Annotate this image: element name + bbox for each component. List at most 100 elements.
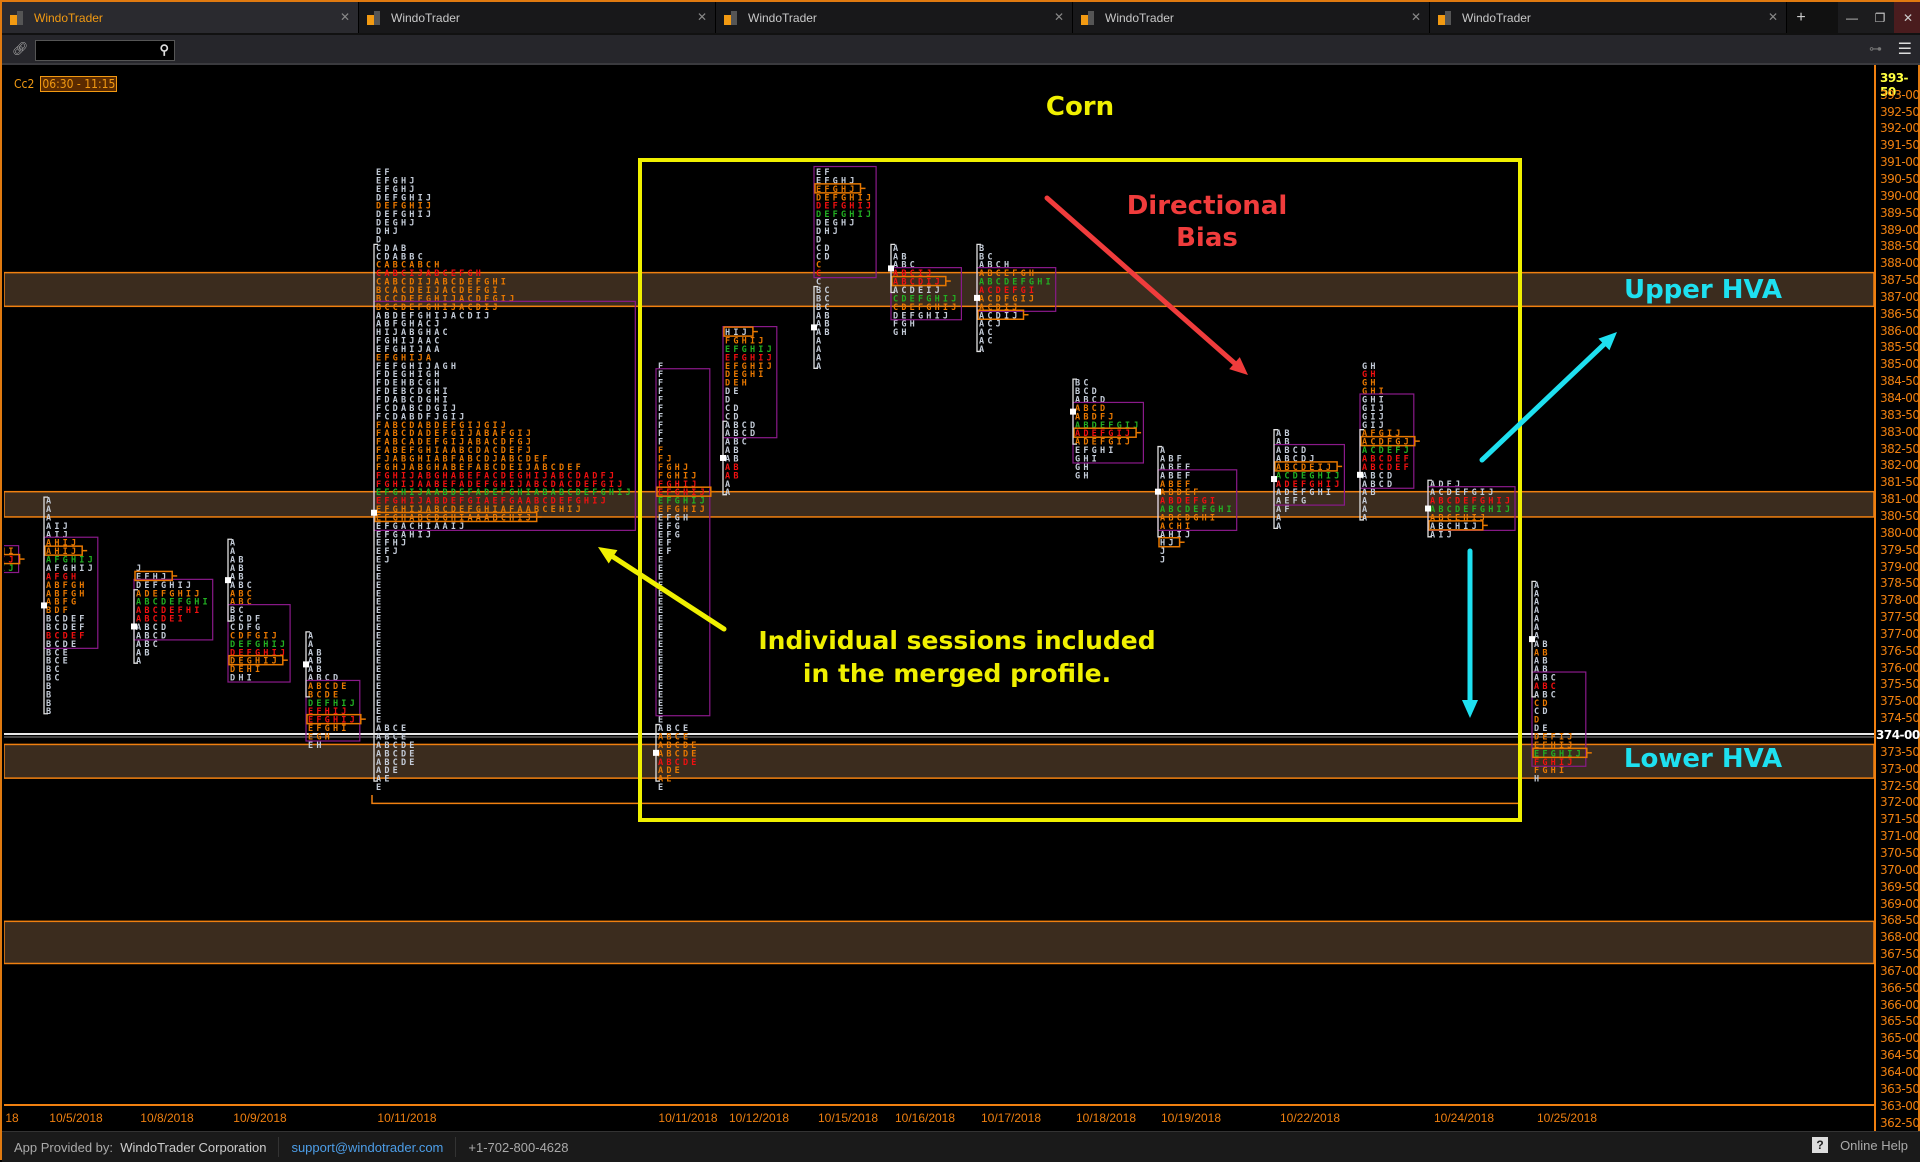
date-tick-label: 10/8/2018 <box>140 1111 194 1125</box>
price-tick-label: 372-00 <box>1880 795 1920 810</box>
tpo-profile: ADFJACDEFGIJABCDEFGHIJABCDEFGHIJABCEHIJA… <box>1425 479 1516 540</box>
price-tick-label: 363-50 <box>1880 1081 1920 1096</box>
tpo-row: GH <box>1075 471 1092 481</box>
price-tick-label: 366-50 <box>1880 980 1920 995</box>
chart-title: Corn <box>1045 92 1115 122</box>
online-help-button[interactable]: ? Online Help <box>1812 1137 1908 1153</box>
price-tick-label: 382-00 <box>1880 458 1920 473</box>
status-footer: App Provided by: WindoTrader Corporation… <box>2 1131 1920 1162</box>
help-icon: ? <box>1812 1137 1829 1153</box>
tpo-row: A <box>136 657 144 667</box>
provided-by-label: App Provided by: <box>14 1139 114 1155</box>
tpo-row: H <box>1534 775 1542 785</box>
open-price-marker <box>1155 488 1161 495</box>
price-tick-label: 367-50 <box>1880 947 1920 962</box>
directional-bias-annotation: Directional Bias <box>1127 190 1288 254</box>
open-price-marker <box>811 324 817 331</box>
session-time-range[interactable]: 06:30 - 11:15 <box>40 76 118 92</box>
price-tick-label: 380-50 <box>1880 508 1920 523</box>
price-tick-label: 392-00 <box>1880 121 1920 136</box>
tpo-profile: AAABABABABCABCABCBCBCDFCDFGCDFGIJDEFGHIJ… <box>225 538 291 684</box>
tpo-profile: EFEFGHJEFGHJDEFGHIJDEFGHIJDEFGHIJDEGHJDH… <box>371 168 636 793</box>
date-tick-label: 10/22/2018 <box>1279 1111 1341 1125</box>
price-tick-label: 388-50 <box>1880 239 1920 254</box>
price-tick-label: 375-50 <box>1880 677 1920 692</box>
price-axis[interactable]: 393-50 393-00 392-50 392-00 391-50 391-00 390-… <box>1874 65 1920 1131</box>
hva-band <box>4 920 1874 965</box>
price-tick-label: 382-50 <box>1880 441 1920 456</box>
price-tick-label: 365-00 <box>1880 1031 1920 1046</box>
price-tick-label: 392-50 <box>1880 104 1920 119</box>
price-tick-label: 371-50 <box>1880 812 1920 827</box>
symbol-label: Cc2 06:30 - 11:15 <box>14 76 118 92</box>
price-tick-label: 369-00 <box>1880 896 1920 911</box>
price-tick-label: 373-50 <box>1880 744 1920 759</box>
merged-profile-note-line-2: in the merged profile. <box>802 659 1112 688</box>
tpo-profile: AAAAIJAIJAHIJAHIJAFGHIJAFGHIJAFGHABFGHAB… <box>41 496 99 717</box>
price-tick-label: 380-00 <box>1880 525 1920 540</box>
tpo-row: EH <box>308 741 325 751</box>
open-price-marker <box>888 265 894 272</box>
price-tick-label: 381-50 <box>1880 475 1920 490</box>
open-price-marker <box>653 749 659 756</box>
down-arrow-icon-head <box>1462 700 1478 718</box>
online-help-label: Online Help <box>1840 1137 1908 1153</box>
date-tick-label: 10/16/2018 <box>894 1111 956 1125</box>
price-tick-label: 390-00 <box>1880 188 1920 203</box>
price-tick-label: 381-00 <box>1880 492 1920 507</box>
tpo-profile: BCBCDABCDABCDABDFJABDEFGIJADEFGIJADEFGIJ… <box>1070 378 1145 481</box>
lower-hva-annotation: Lower HVA <box>1623 744 1783 774</box>
market-profile-chart[interactable]: HIIJIJ AAAAIJAIJAHIJAHIJAFGHIJAFGHIJAFGHA… <box>2 2 1920 1162</box>
price-tick-label: 364-00 <box>1880 1065 1920 1079</box>
price-tick-label: 374-50 <box>1880 711 1920 726</box>
price-tick-label: 372-50 <box>1880 778 1920 793</box>
price-tick-label: 368-50 <box>1880 913 1920 928</box>
price-tick-label: 385-50 <box>1880 340 1920 355</box>
date-tick-label: 10/15/2018 <box>817 1111 879 1125</box>
price-tick-label: 386-50 <box>1880 306 1920 321</box>
price-tick-label: 371-00 <box>1880 829 1920 844</box>
support-email-link[interactable]: support@windotrader.com <box>291 1140 443 1155</box>
date-tick-label: 10/17/2018 <box>980 1111 1042 1125</box>
price-tick-label: 370-50 <box>1880 845 1920 860</box>
price-tick-label: 393-00 <box>1880 87 1920 102</box>
open-price-marker <box>303 661 309 668</box>
directional-bias-line-1: Directional <box>1126 191 1288 221</box>
price-tick-label: 383-00 <box>1880 424 1920 439</box>
provider-name: WindoTrader Corporation <box>120 1139 267 1155</box>
open-price-marker <box>1271 476 1277 483</box>
price-tick-label: 376-50 <box>1880 643 1920 658</box>
tpo-profile: FFFFFFFFFFFFJFGHJFGHIJFGHIJEFGHIJEFGHIJE… <box>653 362 716 793</box>
open-price-marker <box>720 454 726 461</box>
price-tick-label: 387-50 <box>1880 273 1920 288</box>
price-tick-label: 374-00 <box>1876 728 1920 742</box>
tpo-profiles: HIIJIJ AAAAIJAIJAHIJAHIJAFGHIJAFGHIJAFGHA… <box>4 165 1592 805</box>
open-price-marker <box>1425 505 1431 512</box>
up-arrow-icon-shaft <box>1479 339 1610 463</box>
support-email: support@windotrader.com <box>279 1137 457 1157</box>
open-price-marker <box>225 577 231 584</box>
price-tick-label: 368-00 <box>1880 930 1920 945</box>
price-tick-label: 375-00 <box>1880 694 1920 709</box>
directional-bias-line-2: Bias <box>1176 223 1238 253</box>
price-tick-label: 387-00 <box>1880 289 1920 304</box>
tpo-row: A <box>725 488 733 498</box>
open-price-marker <box>1529 636 1535 643</box>
open-price-marker <box>974 294 980 301</box>
price-tick-label: 378-00 <box>1880 593 1920 608</box>
price-tick-label: 385-00 <box>1880 357 1920 372</box>
date-tick-label: 18 <box>5 1111 19 1125</box>
date-tick-label: 10/25/2018 <box>1536 1111 1598 1125</box>
price-tick-label: 377-00 <box>1880 626 1920 641</box>
merged-profile-arrow-icon-shaft <box>607 552 727 632</box>
price-tick-label: 379-50 <box>1880 542 1920 557</box>
price-tick-label: 366-00 <box>1880 997 1920 1012</box>
price-tick-label: 390-50 <box>1880 171 1920 186</box>
tpo-row: A <box>1276 522 1284 532</box>
support-phone: +1-702-800-4628 <box>468 1139 569 1155</box>
hva-band <box>4 490 1874 518</box>
tpo-row: GH <box>893 328 910 338</box>
price-tick-label: 379-00 <box>1880 559 1920 574</box>
tpo-row: A <box>816 362 824 372</box>
date-tick-label: 10/24/2018 <box>1433 1111 1495 1125</box>
